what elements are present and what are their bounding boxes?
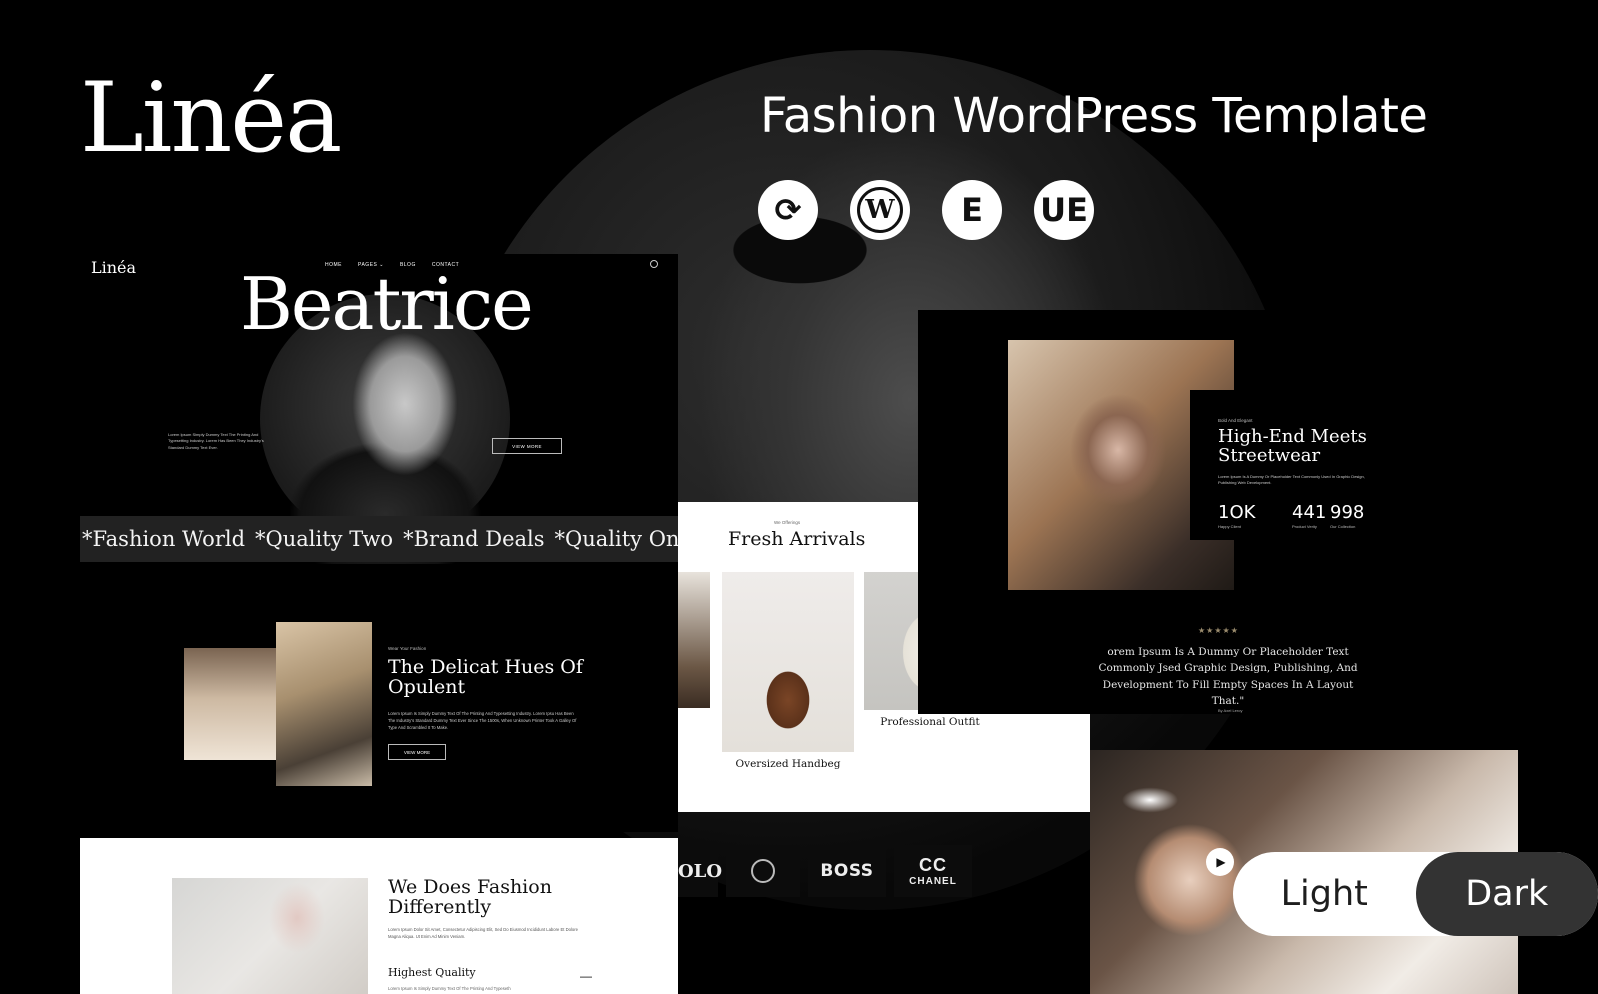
stat-value: 441 [1292, 502, 1327, 523]
high-end-section: Bold And Elegant High-End Meets Streetwe… [918, 310, 1372, 714]
models-photo [172, 878, 368, 994]
ticker-item: *Quality Two [255, 527, 394, 551]
play-icon[interactable]: ▶ [1206, 848, 1234, 876]
stat-label: Product Verity [1292, 524, 1317, 529]
chanel-wordmark: CHANEL [909, 876, 957, 887]
hero-title: Beatrice [240, 262, 534, 346]
hero-lead-text: Lorem Ipsum Simply Dummy Text The Printi… [168, 432, 264, 450]
accordion-item-label[interactable]: Highest Quality [388, 966, 476, 979]
search-icon[interactable] [650, 260, 658, 268]
collapse-icon[interactable]: — [580, 969, 592, 983]
section-body: Lorem Ipsum Is Simply Dummy Text Of The … [388, 711, 577, 731]
product-name[interactable]: Professional Outfit [864, 716, 996, 728]
ticker-item: *Brand Deals [403, 527, 545, 551]
sync-icon: ⟳ [758, 180, 818, 240]
elementor-icon: Ε [942, 180, 1002, 240]
brand-logo-strip: OLO BOSS CC CHANEL [678, 845, 972, 897]
accordion-item-body: Lorem Ipsum Is Simply Dummy Text Of The … [388, 986, 511, 991]
polo-logo: OLO [678, 845, 722, 897]
ticker-item: *Quality One [554, 527, 678, 551]
chanel-cc-icon: CC [919, 855, 947, 875]
testimonial-quote: orem Ipsum Is A Dummy Or Placeholder Tex… [1098, 646, 1358, 707]
product-name[interactable]: Oversized Handbeg [722, 758, 854, 770]
chanel-logo: CC CHANEL [894, 845, 972, 897]
rating-stars: ★★★★★ [1198, 626, 1239, 635]
section-title: Fresh Arrivals [728, 528, 866, 550]
section-kicker: We Offerings [774, 520, 801, 525]
stat-value: 998 [1330, 502, 1365, 523]
couple-photo [276, 622, 372, 786]
marquee-ticker: *Fashion World *Quality Two *Brand Deals… [80, 516, 678, 562]
medusa-icon [751, 859, 775, 883]
ue-addons-icon: UE [1034, 180, 1094, 240]
hero-preview: Linéa HOME PAGES ⌄ BLOG CONTACT Beatrice… [80, 254, 678, 570]
stat-label: Happy Client [1218, 524, 1241, 529]
versace-logo [726, 845, 800, 897]
wordpress-icon: W [850, 180, 910, 240]
section-title: The Delicat Hues Of Opulent [388, 656, 583, 698]
testimonial-author: By Axel Leroy [1218, 708, 1243, 713]
product-image[interactable] [678, 572, 710, 708]
section-title: We Does Fashion Differently [388, 876, 552, 918]
section-kicker: Wear Your Fashion [388, 646, 427, 651]
brand-logo: Linéa [80, 62, 342, 174]
light-mode-button[interactable]: Light [1233, 852, 1416, 936]
hero-logo[interactable]: Linéa [91, 258, 136, 277]
page-headline: Fashion WordPress Template [760, 88, 1428, 144]
view-more-button[interactable]: VIEW MORE [492, 438, 562, 454]
theme-toggle: Light Dark [1233, 852, 1598, 936]
product-image[interactable] [722, 572, 854, 752]
section-body: Lorem Ipsum Dolor Sit Amet, Consectetur … [388, 927, 578, 940]
ticker-item: *Fashion World [82, 527, 246, 551]
fashion-differently-section: We Does Fashion Differently Lorem Ipsum … [80, 838, 678, 994]
view-more-button[interactable]: VIEW MORE [388, 744, 446, 760]
stat-value: 1OK [1218, 502, 1256, 523]
section-title: High-End Meets Streetwear [1218, 426, 1367, 466]
dark-mode-button[interactable]: Dark [1415, 852, 1598, 936]
section-body: Lorem Ipsum Is A Dummy Or Placeholder Te… [1218, 474, 1365, 486]
delicate-hues-section: Wear Your Fashion The Delicat Hues Of Op… [80, 570, 678, 832]
clothing-rack-photo [184, 648, 276, 760]
boss-logo: BOSS [808, 845, 886, 897]
tech-icon-row: ⟳ W Ε UE [758, 180, 1094, 240]
section-kicker: Bold And Elegant [1218, 418, 1253, 423]
stat-label: Our Collection [1330, 524, 1356, 529]
